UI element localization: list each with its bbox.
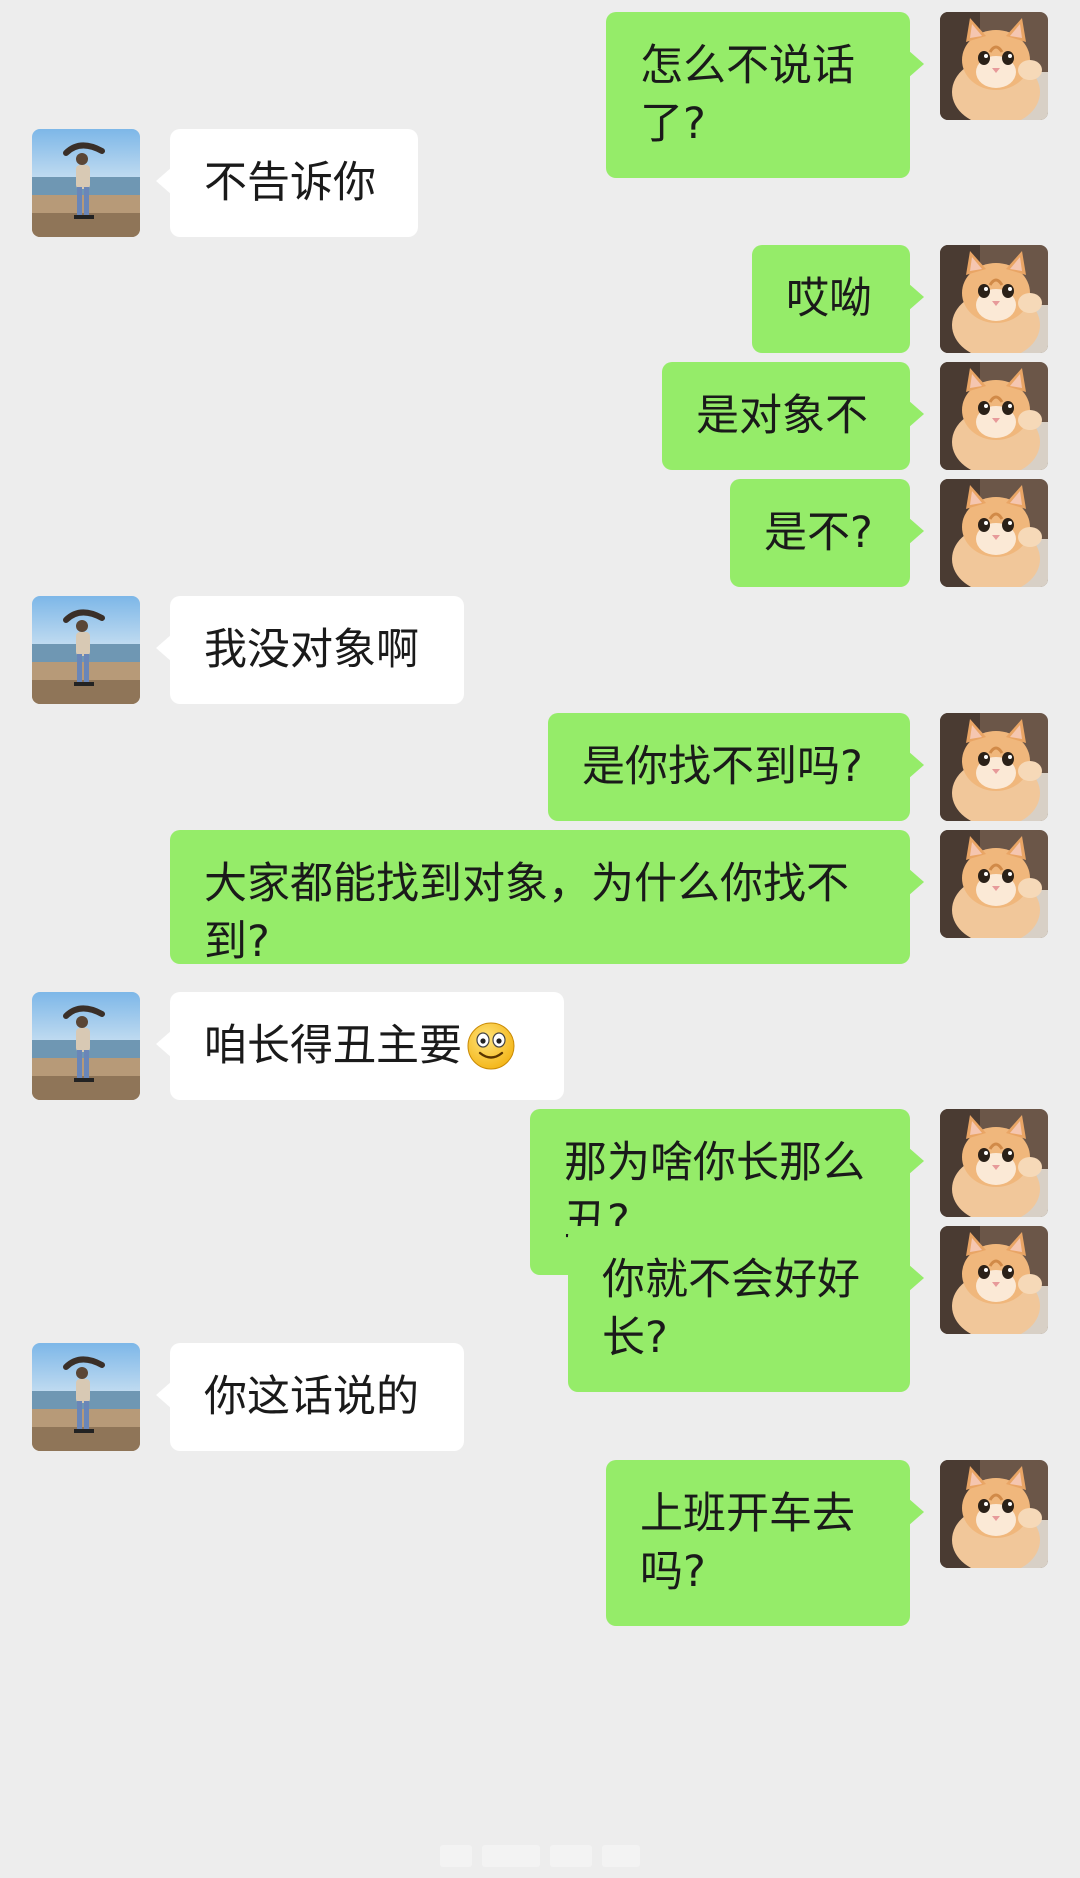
cat-avatar[interactable] — [940, 713, 1048, 821]
sent-message-bubble[interactable]: 大家都能找到对象，为什么你找不到? — [170, 830, 924, 967]
cat-avatar[interactable] — [940, 830, 1048, 938]
beach-person-avatar[interactable] — [32, 992, 140, 1100]
watermark — [440, 1845, 640, 1871]
received-message-bubble[interactable]: 不告诉你 — [156, 129, 418, 237]
sent-message-bubble[interactable]: 你就不会好好长? — [568, 1226, 924, 1392]
received-message-bubble[interactable]: 你这话说的 — [156, 1343, 464, 1451]
message-text: 咱长得丑主要 — [204, 1021, 462, 1071]
cat-avatar[interactable] — [940, 1109, 1048, 1217]
cat-avatar[interactable] — [940, 245, 1048, 353]
sent-message-bubble[interactable]: 上班开车去吗? — [606, 1460, 924, 1626]
cat-avatar[interactable] — [940, 362, 1048, 470]
beach-person-avatar[interactable] — [32, 1343, 140, 1451]
sent-message-bubble[interactable]: 是对象不 — [662, 362, 924, 470]
sent-message-bubble[interactable]: 怎么不说话了? — [606, 12, 924, 178]
cat-avatar[interactable] — [940, 1460, 1048, 1568]
chat-conversation: 怎么不说话了? 不告诉你 哎呦 是对象不 是不? 我没对象啊 是你找不到吗? 大… — [0, 0, 1080, 1878]
beach-person-avatar[interactable] — [32, 596, 140, 704]
sent-message-bubble[interactable]: 哎呦 — [752, 245, 924, 353]
sent-message-bubble[interactable]: 是不? — [730, 479, 924, 587]
received-message-bubble[interactable]: 咱长得丑主要 — [156, 992, 564, 1100]
cat-avatar[interactable] — [940, 479, 1048, 587]
smile-emoji-icon — [466, 1021, 516, 1071]
beach-person-avatar[interactable] — [32, 129, 140, 237]
received-message-bubble[interactable]: 我没对象啊 — [156, 596, 464, 704]
cat-avatar[interactable] — [940, 1226, 1048, 1334]
cat-avatar[interactable] — [940, 12, 1048, 120]
sent-message-bubble[interactable]: 是你找不到吗? — [548, 713, 924, 821]
